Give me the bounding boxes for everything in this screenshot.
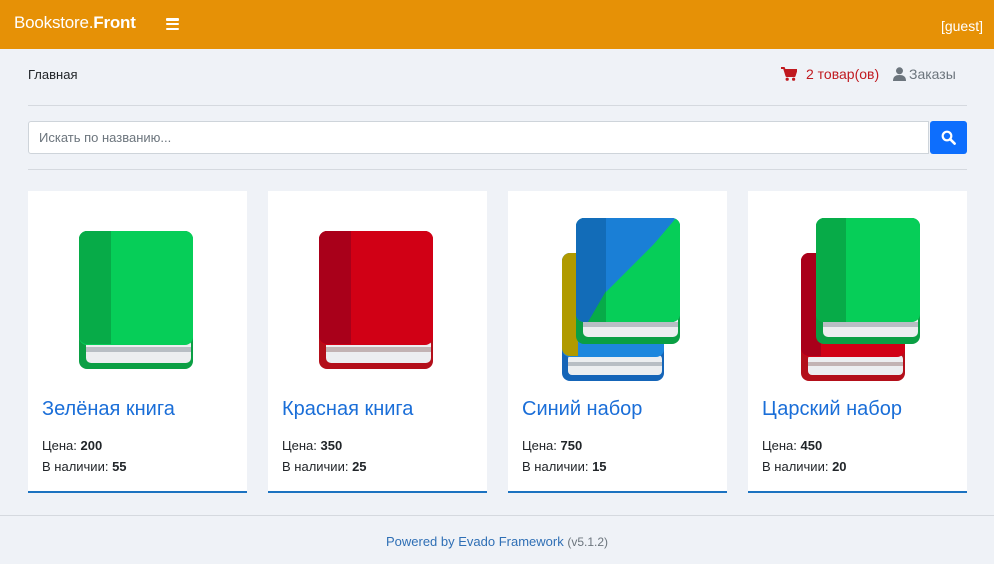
- stock-label: В наличии:: [522, 459, 589, 474]
- brand-prefix: Bookstore.: [14, 13, 94, 32]
- product-title[interactable]: Красная книга: [282, 398, 413, 421]
- cart-icon: [781, 67, 797, 81]
- cart-label: 2 товар(ов): [806, 66, 880, 82]
- orders-label: Заказы: [909, 66, 956, 82]
- stock-value: 15: [592, 459, 607, 474]
- price-value: 450: [800, 438, 823, 453]
- red-book-icon: [319, 231, 433, 369]
- cart-link[interactable]: 2 товар(ов): [781, 66, 879, 82]
- price-label: Цена:: [762, 438, 797, 453]
- product-title[interactable]: Царский набор: [762, 398, 902, 421]
- product-stock: В наличии: 55: [42, 459, 127, 474]
- stock-value: 20: [832, 459, 847, 474]
- stock-value: 55: [112, 459, 127, 474]
- product-stock: В наличии: 15: [522, 459, 607, 474]
- price-label: Цена:: [282, 438, 317, 453]
- framework-version: (v5.1.2): [567, 535, 609, 549]
- price-value: 200: [80, 438, 103, 453]
- brand-bold: Front: [93, 13, 136, 32]
- user-icon: [893, 67, 906, 81]
- breadcrumb[interactable]: Главная: [28, 67, 77, 82]
- orders-link[interactable]: Заказы: [893, 66, 956, 82]
- royal-books-set-icon: [801, 218, 920, 381]
- price-value: 750: [560, 438, 583, 453]
- stock-label: В наличии:: [42, 459, 109, 474]
- search-button[interactable]: [930, 121, 967, 154]
- product-card[interactable]: Царский набор Цена: 450 В наличии: 20: [748, 191, 967, 493]
- blue-books-set-icon: [562, 218, 680, 381]
- stock-value: 25: [352, 459, 367, 474]
- menu-toggle-icon[interactable]: [166, 18, 179, 30]
- footer-divider: [0, 515, 994, 516]
- footer: Powered by Evado Framework (v5.1.2): [0, 534, 994, 549]
- product-title[interactable]: Синий набор: [522, 398, 642, 421]
- product-price: Цена: 350: [282, 438, 342, 453]
- user-menu-link[interactable]: [guest]: [941, 18, 983, 34]
- brand-logo[interactable]: Bookstore.Front: [14, 13, 136, 33]
- product-stock: В наличии: 20: [762, 459, 847, 474]
- product-card[interactable]: Синий набор Цена: 750 В наличии: 15: [508, 191, 727, 493]
- product-price: Цена: 750: [522, 438, 582, 453]
- product-stock: В наличии: 25: [282, 459, 367, 474]
- product-title[interactable]: Зелёная книга: [42, 398, 175, 421]
- divider: [28, 169, 967, 170]
- product-price: Цена: 200: [42, 438, 102, 453]
- framework-link[interactable]: Powered by Evado Framework: [386, 534, 564, 549]
- top-navbar: Bookstore.Front [guest]: [0, 0, 994, 49]
- stock-label: В наличии:: [762, 459, 829, 474]
- price-value: 350: [320, 438, 343, 453]
- stock-label: В наличии:: [282, 459, 349, 474]
- divider: [28, 105, 967, 106]
- price-label: Цена:: [42, 438, 77, 453]
- product-card[interactable]: Красная книга Цена: 350 В наличии: 25: [268, 191, 487, 493]
- product-price: Цена: 450: [762, 438, 822, 453]
- product-card[interactable]: Зелёная книга Цена: 200 В наличии: 55: [28, 191, 247, 493]
- search-icon: [941, 130, 956, 145]
- search-input[interactable]: [28, 121, 929, 154]
- green-book-icon: [79, 231, 193, 369]
- price-label: Цена:: [522, 438, 557, 453]
